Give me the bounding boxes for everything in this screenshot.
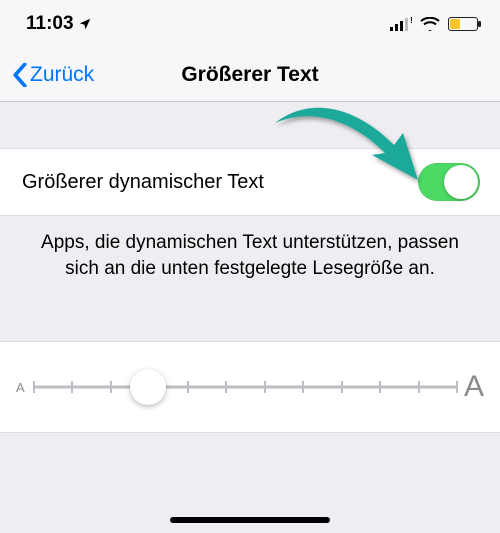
wifi-icon [420, 17, 440, 31]
slider-tick [33, 381, 35, 393]
text-size-slider[interactable] [33, 372, 456, 402]
slider-tick [302, 381, 304, 393]
status-indicators: ! [390, 17, 478, 31]
slider-tick [456, 381, 458, 393]
slider-thumb[interactable] [130, 369, 166, 405]
larger-text-cell[interactable]: Größerer dynamischer Text [0, 148, 500, 216]
slider-tick [341, 381, 343, 393]
back-button[interactable]: Zurück [0, 63, 94, 87]
chevron-left-icon [12, 63, 28, 87]
cellular-icon: ! [390, 17, 412, 31]
battery-fill [450, 19, 460, 29]
home-indicator [170, 517, 330, 523]
slider-tick [379, 381, 381, 393]
status-time-block: 11:03 [26, 13, 92, 35]
slider-tick [187, 381, 189, 393]
battery-icon [448, 17, 478, 31]
navigation-bar: Zurück Größerer Text [0, 48, 500, 102]
status-time: 11:03 [26, 13, 74, 35]
slider-tick [264, 381, 266, 393]
text-size-slider-cell: A A [0, 341, 500, 433]
page-title: Größerer Text [181, 63, 318, 87]
location-services-icon [78, 17, 92, 31]
section-footer: Apps, die dynamischen Text unterstützen,… [0, 216, 500, 281]
section-gap [0, 102, 500, 148]
slider-tick [110, 381, 112, 393]
status-bar: 11:03 ! [0, 0, 500, 48]
slider-track [33, 386, 456, 389]
svg-text:!: ! [410, 17, 412, 25]
slider-max-glyph: A [464, 370, 484, 404]
slider-tick [225, 381, 227, 393]
larger-text-label: Größerer dynamischer Text [22, 171, 264, 194]
slider-tick [418, 381, 420, 393]
larger-text-toggle[interactable] [418, 163, 480, 201]
slider-min-glyph: A [16, 380, 25, 395]
back-label: Zurück [30, 63, 94, 87]
toggle-knob [444, 165, 478, 199]
slider-tick [71, 381, 73, 393]
